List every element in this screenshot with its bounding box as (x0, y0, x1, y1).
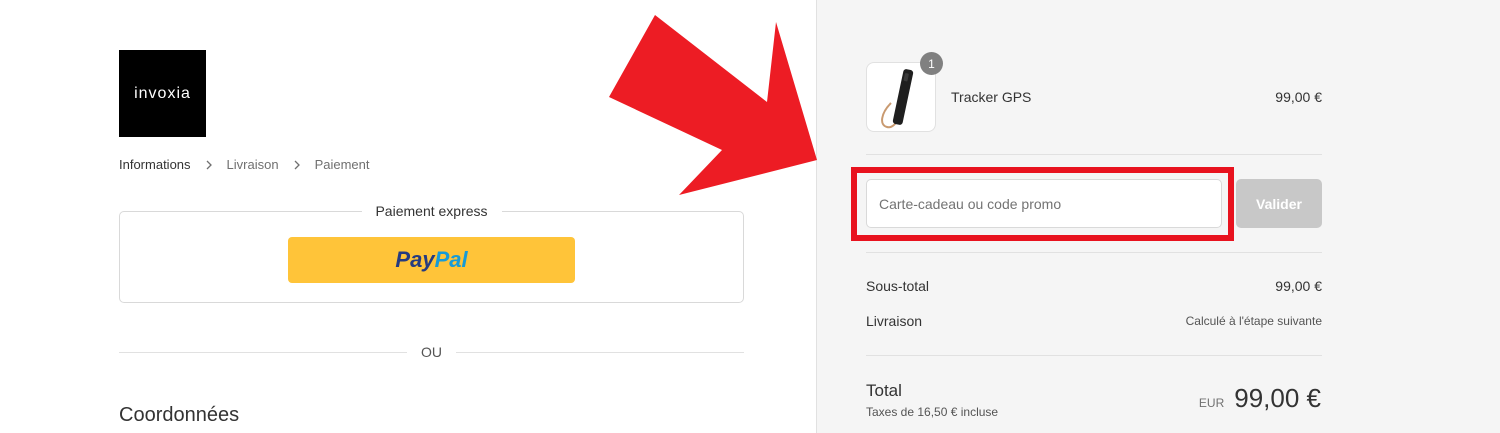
total-amount: 99,00 € (1234, 383, 1321, 413)
quantity-badge: 1 (920, 52, 943, 75)
cart-line-item: 1 Tracker GPS 99,00 € (866, 52, 1322, 132)
total-label: Total (866, 381, 902, 400)
apply-discount-button[interactable]: Valider (1236, 179, 1322, 228)
logo-text: invoxia (134, 84, 191, 102)
invoxia-logo[interactable]: invoxia (119, 50, 206, 137)
chevron-right-icon (294, 160, 300, 169)
total-price: EUR 99,00 € (1199, 383, 1321, 414)
checkout-main: invoxia Informations Livraison Paiement … (0, 0, 816, 433)
divider-line-left (119, 351, 407, 353)
divider (866, 355, 1322, 356)
product-price: 99,00 € (1275, 89, 1322, 105)
chevron-right-icon (206, 160, 212, 169)
divider-line-right (456, 351, 744, 353)
or-divider-text: OU (421, 344, 442, 360)
paypal-logo-pal: Pal (434, 247, 468, 272)
order-summary-sidebar: 1 Tracker GPS 99,00 € Valider Sous-total… (816, 0, 1500, 433)
divider (866, 154, 1322, 155)
express-checkout-title: Paiement express (361, 203, 502, 219)
breadcrumb-paiement: Paiement (314, 157, 370, 172)
contact-section-title: Coordonnées (119, 404, 240, 426)
paypal-logo-pay: Pay (395, 247, 435, 272)
divider (866, 252, 1322, 253)
subtotal-value: 99,00 € (1275, 278, 1322, 294)
annotation-highlight-box (851, 167, 1234, 241)
breadcrumb-informations[interactable]: Informations (119, 157, 191, 172)
shipping-row: Livraison Calculé à l'étape suivante (866, 313, 1322, 329)
tax-note: Taxes de 16,50 € incluse (866, 405, 999, 419)
subtotal-label: Sous-total (866, 278, 930, 294)
breadcrumb-livraison: Livraison (226, 157, 279, 172)
product-thumbnail: 1 (866, 52, 943, 132)
or-divider: OU (119, 342, 744, 362)
subtotal-row: Sous-total 99,00 € (866, 278, 1322, 294)
currency-code: EUR (1198, 396, 1225, 410)
shipping-value: Calculé à l'étape suivante (1185, 314, 1322, 328)
express-checkout-box: Paiement express Pay Pal (119, 203, 744, 303)
shipping-label: Livraison (866, 313, 923, 329)
product-name: Tracker GPS (951, 89, 1032, 105)
paypal-button[interactable]: Pay Pal (288, 237, 575, 283)
breadcrumb: Informations Livraison Paiement (119, 157, 370, 172)
